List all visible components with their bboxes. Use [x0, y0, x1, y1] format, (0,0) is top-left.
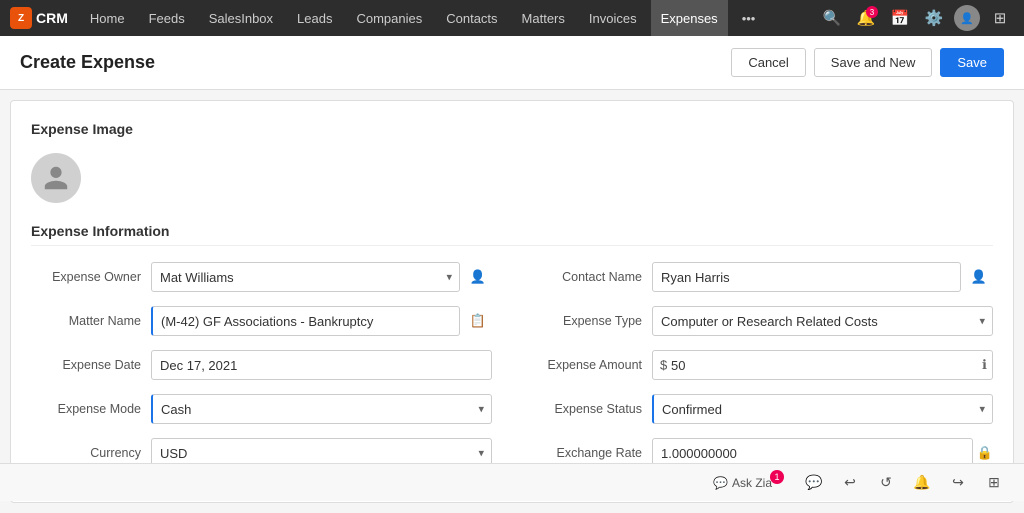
- expense-type-label: Expense Type: [532, 314, 642, 328]
- expense-info-section: Expense Information Expense Owner Mat Wi…: [31, 223, 993, 482]
- expense-amount-input[interactable]: [652, 350, 993, 380]
- settings-icon-btn[interactable]: ⚙️: [920, 4, 948, 32]
- user-avatar[interactable]: 👤: [954, 5, 980, 31]
- expense-mode-label: Expense Mode: [31, 402, 141, 416]
- nav-matters[interactable]: Matters: [512, 0, 575, 36]
- page-title: Create Expense: [20, 52, 155, 73]
- expense-status-control: Confirmed: [652, 394, 993, 424]
- expense-owner-label: Expense Owner: [31, 270, 141, 284]
- top-navigation: Z CRM Home Feeds SalesInbox Leads Compan…: [0, 0, 1024, 36]
- matter-name-lookup-icon[interactable]: 📋: [464, 307, 492, 335]
- form-right-column: Contact Name 👤 Expense Type Computer or …: [532, 262, 993, 482]
- contact-name-row: Contact Name 👤: [532, 262, 993, 292]
- amount-info-icon: ℹ: [982, 357, 987, 373]
- matter-name-row: Matter Name 📋: [31, 306, 492, 336]
- bottom-refresh-icon-btn[interactable]: ↺: [872, 469, 900, 497]
- expense-status-row: Expense Status Confirmed: [532, 394, 993, 424]
- bottom-chat-icon-btn[interactable]: 💬: [800, 469, 828, 497]
- form-left-column: Expense Owner Mat Williams 👤 Matter Name: [31, 262, 492, 482]
- expense-type-select[interactable]: Computer or Research Related Costs: [652, 306, 993, 336]
- ask-zia-button[interactable]: 💬 Ask Zia 1: [705, 472, 792, 494]
- expense-date-input[interactable]: [151, 350, 492, 380]
- bottom-back-icon-btn[interactable]: ↩: [836, 469, 864, 497]
- person-icon: [42, 164, 70, 192]
- bottom-bar: 💬 Ask Zia 1 💬 ↩ ↺ 🔔 ↪ ⊞: [0, 463, 1024, 501]
- expense-image-section: Expense Image: [31, 121, 993, 203]
- exchange-rate-label: Exchange Rate: [532, 446, 642, 460]
- bottom-forward-icon-btn[interactable]: ↪: [944, 469, 972, 497]
- bottom-alarm-icon-btn[interactable]: 🔔: [908, 469, 936, 497]
- ask-zia-label: Ask Zia: [732, 476, 772, 490]
- expense-type-select-wrap: Computer or Research Related Costs: [652, 306, 993, 336]
- nav-companies[interactable]: Companies: [346, 0, 432, 36]
- form-grid: Expense Owner Mat Williams 👤 Matter Name: [31, 262, 993, 482]
- expense-owner-control: Mat Williams 👤: [151, 262, 492, 292]
- expense-owner-select-wrap: Mat Williams: [151, 262, 460, 292]
- nav-salesinbox[interactable]: SalesInbox: [199, 0, 283, 36]
- expense-date-row: Expense Date: [31, 350, 492, 380]
- expense-type-control: Computer or Research Related Costs: [652, 306, 993, 336]
- zia-chat-icon: 💬: [713, 476, 728, 490]
- nav-home[interactable]: Home: [80, 0, 135, 36]
- contact-name-label: Contact Name: [532, 270, 642, 284]
- expense-image-title: Expense Image: [31, 121, 993, 141]
- contact-name-input[interactable]: [652, 262, 961, 292]
- expense-date-label: Expense Date: [31, 358, 141, 372]
- contact-name-control: 👤: [652, 262, 993, 292]
- nav-feeds[interactable]: Feeds: [139, 0, 195, 36]
- expense-owner-select[interactable]: Mat Williams: [151, 262, 460, 292]
- expense-image-upload[interactable]: [31, 153, 81, 203]
- expense-mode-select[interactable]: Cash: [151, 394, 492, 424]
- expense-status-select-wrap: Confirmed: [652, 394, 993, 424]
- matter-name-control: 📋: [151, 306, 492, 336]
- expense-amount-row: Expense Amount $ ℹ: [532, 350, 993, 380]
- expense-owner-lookup-icon[interactable]: 👤: [464, 263, 492, 291]
- logo-icon: Z: [10, 7, 32, 29]
- expense-owner-row: Expense Owner Mat Williams 👤: [31, 262, 492, 292]
- zia-badge: 1: [770, 470, 784, 484]
- matter-name-input[interactable]: [151, 306, 460, 336]
- nav-contacts[interactable]: Contacts: [436, 0, 507, 36]
- notification-badge: 3: [866, 6, 878, 18]
- expense-mode-select-wrap: Cash: [151, 394, 492, 424]
- header-actions: Cancel Save and New Save: [731, 48, 1004, 77]
- save-button[interactable]: Save: [940, 48, 1004, 77]
- calendar-icon-btn[interactable]: 📅: [886, 4, 914, 32]
- main-content: Expense Image Expense Information Expens…: [10, 100, 1014, 503]
- nav-expenses[interactable]: Expenses: [651, 0, 728, 36]
- nav-icon-group: 🔍 🔔 3 📅 ⚙️ 👤 ⊞: [818, 4, 1014, 32]
- bottom-grid-icon-btn[interactable]: ⊞: [980, 469, 1008, 497]
- expense-mode-row: Expense Mode Cash: [31, 394, 492, 424]
- grid-icon-btn[interactable]: ⊞: [986, 4, 1014, 32]
- app-logo[interactable]: Z CRM: [10, 7, 68, 29]
- expense-amount-control: $ ℹ: [652, 350, 993, 380]
- expense-type-row: Expense Type Computer or Research Relate…: [532, 306, 993, 336]
- contact-name-lookup-icon[interactable]: 👤: [965, 263, 993, 291]
- nav-invoices[interactable]: Invoices: [579, 0, 647, 36]
- currency-label: Currency: [31, 446, 141, 460]
- matter-name-label: Matter Name: [31, 314, 141, 328]
- expense-status-select[interactable]: Confirmed: [652, 394, 993, 424]
- save-and-new-button[interactable]: Save and New: [814, 48, 933, 77]
- exchange-rate-lock-icon: 🔒: [977, 445, 993, 461]
- notification-icon-btn[interactable]: 🔔 3: [852, 4, 880, 32]
- search-icon-btn[interactable]: 🔍: [818, 4, 846, 32]
- expense-amount-label: Expense Amount: [532, 358, 642, 372]
- nav-more[interactable]: •••: [732, 0, 766, 36]
- nav-leads[interactable]: Leads: [287, 0, 342, 36]
- page-header: Create Expense Cancel Save and New Save: [0, 36, 1024, 90]
- expense-amount-wrap: $ ℹ: [652, 350, 993, 380]
- expense-mode-control: Cash: [151, 394, 492, 424]
- expense-date-control: [151, 350, 492, 380]
- app-name: CRM: [36, 10, 68, 26]
- expense-status-label: Expense Status: [532, 402, 642, 416]
- cancel-button[interactable]: Cancel: [731, 48, 805, 77]
- expense-info-title: Expense Information: [31, 223, 993, 246]
